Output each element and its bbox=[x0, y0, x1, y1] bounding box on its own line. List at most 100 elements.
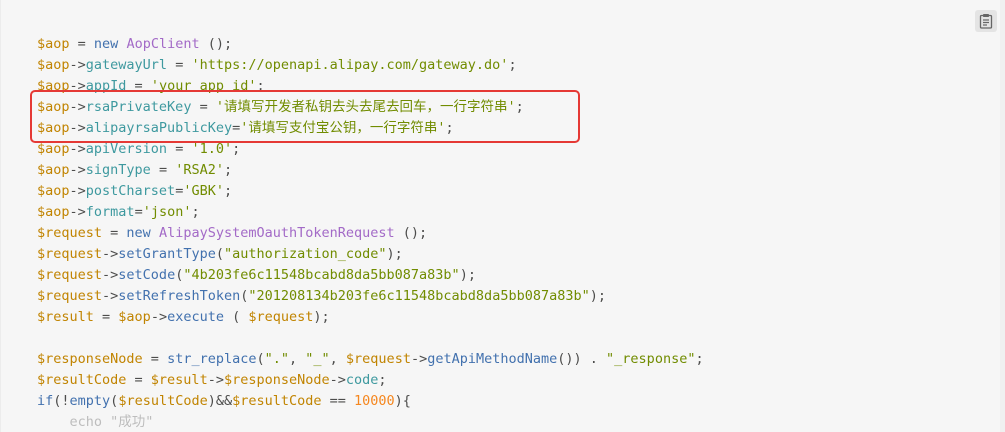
code-token: apiVersion bbox=[85, 141, 168, 157]
code-token: gatewayUrl bbox=[85, 57, 168, 73]
code-token: $responseNode bbox=[37, 351, 143, 367]
code-token: signType bbox=[85, 162, 151, 178]
code-token: ; bbox=[223, 162, 233, 178]
code-token: ; bbox=[223, 183, 233, 199]
code-token: -> bbox=[69, 99, 86, 115]
code-token: setCode bbox=[118, 267, 176, 283]
code-token: -> bbox=[69, 183, 86, 199]
code-token: setGrantType bbox=[118, 246, 216, 262]
code-token: $aop bbox=[118, 309, 151, 325]
code-token: -> bbox=[69, 162, 86, 178]
code-line: $request->setGrantType("authorization_co… bbox=[37, 244, 704, 265]
code-token: $request bbox=[248, 309, 314, 325]
code-token: -> bbox=[69, 204, 86, 220]
code-token: "201208134b203fe6c11548bcabd8da5bb087a83… bbox=[248, 288, 590, 304]
code-token: -> bbox=[410, 351, 428, 367]
code-token: $aop bbox=[37, 99, 70, 115]
code-token: -> bbox=[102, 288, 119, 304]
code-token: alipayrsaPublicKey bbox=[85, 120, 233, 136]
code-token: "_" bbox=[305, 351, 330, 367]
code-token: (); bbox=[199, 36, 233, 52]
code-token: , bbox=[329, 351, 346, 367]
code-token: empty bbox=[69, 393, 111, 409]
clipboard-icon bbox=[979, 14, 993, 29]
code-token: new bbox=[126, 225, 151, 241]
code-token: '1.0' bbox=[191, 141, 233, 157]
code-token: -> bbox=[150, 309, 168, 325]
code-line: $request->setCode("4b203fe6c11548bcabd8d… bbox=[37, 265, 704, 286]
code-token: = bbox=[126, 78, 151, 94]
code-token: ); bbox=[459, 267, 476, 283]
code-token: = bbox=[134, 204, 143, 220]
code-token: )&& bbox=[207, 393, 233, 409]
code-token: = bbox=[167, 141, 192, 157]
code-token: $request bbox=[37, 246, 103, 262]
code-token: ; bbox=[378, 372, 387, 388]
code-token: (); bbox=[394, 225, 428, 241]
code-token: == bbox=[321, 393, 355, 409]
code-token: $aop bbox=[37, 141, 70, 157]
code-listing[interactable]: $aop = new AopClient (); $aop->gatewayUrl… bbox=[37, 34, 704, 432]
copy-button[interactable] bbox=[975, 10, 997, 32]
code-token: postCharset bbox=[85, 183, 176, 199]
code-token: $request bbox=[37, 225, 103, 241]
scrollbar[interactable] bbox=[1000, 0, 1005, 432]
code-line: $aop = new AopClient (); bbox=[37, 34, 704, 55]
code-token: ){ bbox=[394, 393, 411, 409]
code-token: new bbox=[93, 36, 119, 52]
code-token: ( bbox=[215, 246, 224, 262]
code-token: format bbox=[85, 204, 135, 220]
code-token: -> bbox=[69, 78, 86, 94]
code-token: 'https://openapi.alipay.com/gateway.do' bbox=[191, 57, 509, 73]
code-token: = bbox=[142, 351, 168, 367]
code-token: $resultCode bbox=[232, 393, 322, 409]
code-token: $resultCode bbox=[118, 393, 208, 409]
code-token: -> bbox=[69, 120, 86, 136]
code-token: execute bbox=[167, 309, 224, 325]
code-token: $aop bbox=[37, 120, 70, 136]
code-token: (! bbox=[53, 393, 70, 409]
code-token: 'GBK' bbox=[183, 183, 224, 199]
code-line: $aop->signType = 'RSA2'; bbox=[37, 160, 704, 181]
code-token: = bbox=[167, 57, 192, 73]
code-token: $aop bbox=[37, 78, 70, 94]
code-line: $responseNode = str_replace(".", "_", $r… bbox=[37, 349, 704, 370]
code-token: echo "成功" bbox=[37, 414, 154, 430]
code-token: $resultCode bbox=[37, 372, 127, 388]
code-token: "." bbox=[264, 351, 289, 367]
code-token: = bbox=[126, 372, 151, 388]
code-token: setRefreshToken bbox=[118, 288, 241, 304]
code-token: -> bbox=[329, 372, 346, 388]
code-token: -> bbox=[69, 141, 86, 157]
code-token: = bbox=[150, 162, 176, 178]
code-line: $resultCode = $result->$responseNode->co… bbox=[37, 370, 704, 391]
code-token: rsaPrivateKey bbox=[85, 99, 192, 115]
code-token: if bbox=[37, 393, 54, 409]
code-token: appId bbox=[85, 78, 127, 94]
code-token: -> bbox=[102, 246, 119, 262]
code-token: ; bbox=[232, 141, 241, 157]
code-token: ; bbox=[191, 204, 200, 220]
code-token: -> bbox=[102, 267, 119, 283]
code-token: 10000 bbox=[354, 393, 395, 409]
code-line: $aop->rsaPrivateKey = '请填写开发者私钥去头去尾去回车，一… bbox=[37, 97, 704, 118]
code-token: $request bbox=[345, 351, 411, 367]
code-token: $aop bbox=[37, 204, 70, 220]
code-token: "_response" bbox=[606, 351, 696, 367]
code-line: $aop->format='json'; bbox=[37, 202, 704, 223]
code-token: -> bbox=[207, 372, 224, 388]
code-token: ; bbox=[695, 351, 704, 367]
code-token: getApiMethodName bbox=[427, 351, 558, 367]
code-line: $aop->gatewayUrl = 'https://openapi.alip… bbox=[37, 55, 704, 76]
code-token: 'RSA2' bbox=[175, 162, 224, 178]
code-line: $aop->postCharset='GBK'; bbox=[37, 181, 704, 202]
code-token: = bbox=[102, 225, 127, 241]
code-token: ; bbox=[508, 57, 517, 73]
code-token: $aop bbox=[37, 36, 70, 52]
code-line: echo "成功" bbox=[37, 412, 704, 432]
code-token: ); bbox=[386, 246, 403, 262]
code-token: ( bbox=[256, 351, 265, 367]
code-token: $responseNode bbox=[223, 372, 330, 388]
code-token: $aop bbox=[37, 162, 70, 178]
code-token: ; bbox=[515, 99, 524, 115]
